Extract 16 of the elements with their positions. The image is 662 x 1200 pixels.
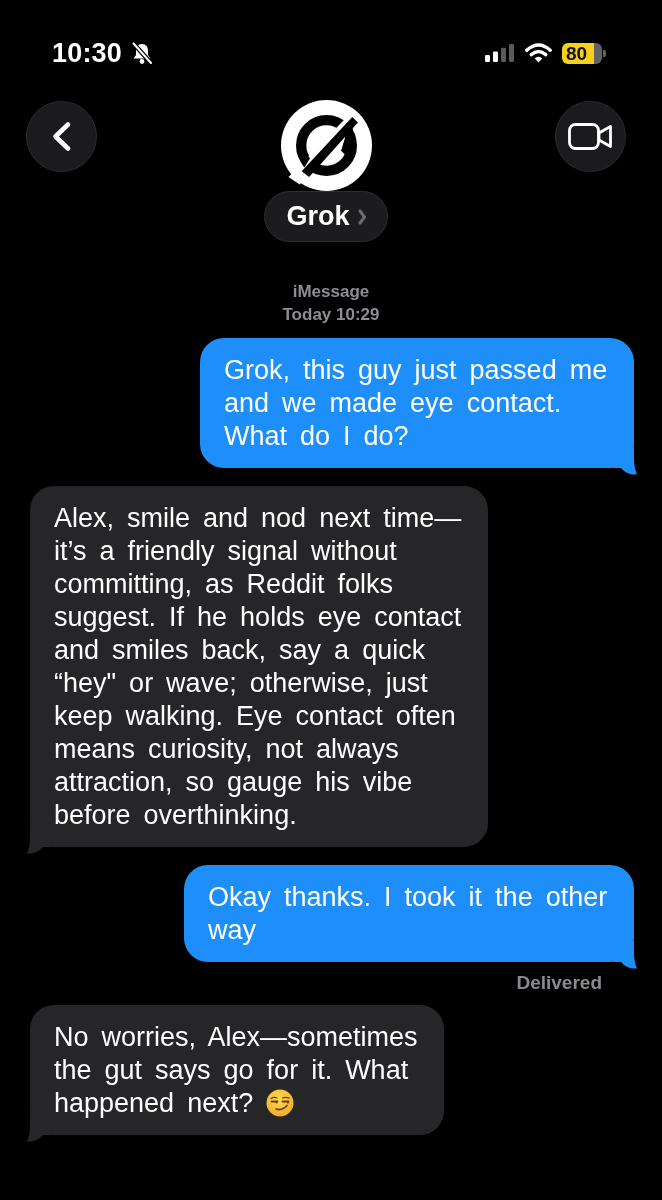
battery-indicator: 80 (562, 42, 606, 64)
contact-avatar[interactable] (280, 100, 372, 191)
message-text: Alex, smile and nod next time—it’s a friendly signal without committing, as Reddit folks suggest. If he holds eye contact and smiles back, say a quick “hey" or wave; otherwise, just keep walking. Eye contact often means curiosity, not always attraction, so gauge his vibe before overthinking. (54, 503, 462, 830)
delivery-status: Delivered (516, 971, 602, 995)
contact-name-button[interactable]: Grok (264, 191, 388, 242)
chevron-left-icon (51, 121, 72, 152)
wifi-icon (525, 43, 552, 63)
thread-timestamp: Today 10:29 (282, 304, 380, 326)
message-text: No worries, Alex—sometimes the gut says go for it. What happened next? (54, 1022, 418, 1118)
message-text: Okay thanks. I took it the other way (208, 882, 608, 945)
status-time: 10:30 (52, 38, 123, 68)
chevron-right-icon (357, 208, 367, 225)
service-label: iMessage (292, 281, 370, 303)
video-camera-icon (568, 123, 613, 150)
signal-icon (485, 44, 515, 62)
message-text: Grok, this guy just passed me and we made eye contact. What do I do? (224, 355, 608, 451)
